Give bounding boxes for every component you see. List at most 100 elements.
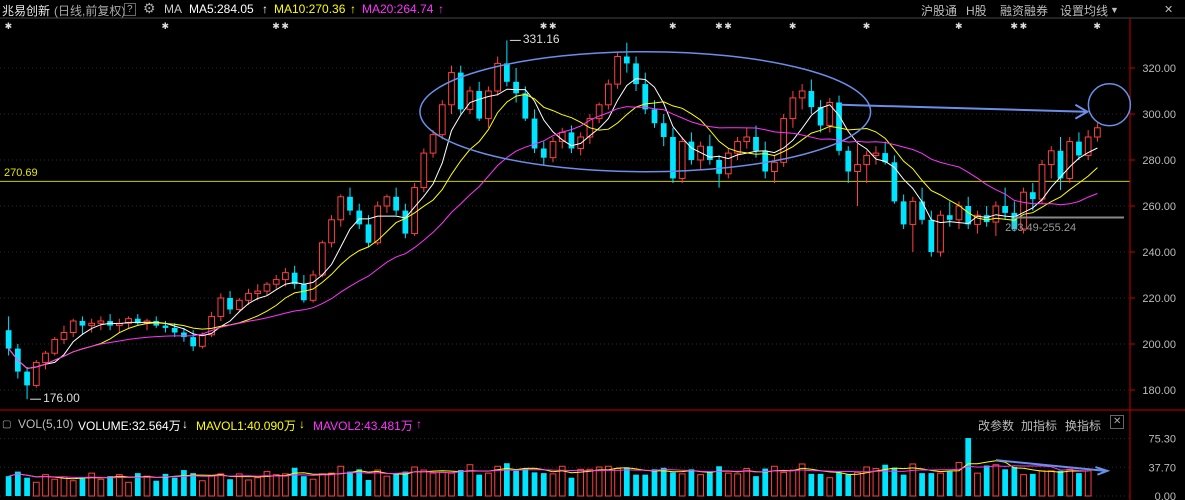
candle-body <box>69 320 77 333</box>
candle-body <box>688 141 695 160</box>
volume-bar <box>937 472 944 497</box>
candle <box>429 130 437 158</box>
candle-body <box>374 205 382 244</box>
candle <box>762 141 769 179</box>
candle-body <box>162 325 169 328</box>
volume-bar <box>724 472 732 497</box>
candle-body <box>466 90 474 110</box>
volume-bar <box>476 474 483 496</box>
volume-bar <box>900 474 907 496</box>
candle <box>743 127 751 149</box>
candle <box>97 316 105 331</box>
volume-bar <box>208 474 215 497</box>
change-params-button[interactable]: 改参数 <box>978 417 1014 434</box>
candle-body <box>854 164 861 173</box>
add-indicator-button[interactable]: 加指标 <box>1021 417 1057 434</box>
volume-bar <box>88 472 96 497</box>
candle <box>854 143 861 206</box>
candle <box>217 293 225 321</box>
volume-bar <box>928 473 935 496</box>
volume-bar <box>1038 470 1046 497</box>
volume-bar <box>891 467 898 496</box>
candle <box>1094 123 1101 142</box>
candle-body <box>282 272 289 281</box>
volume-bar <box>328 472 335 497</box>
candle <box>633 56 639 91</box>
volume-bar <box>69 480 77 497</box>
candle-body <box>992 205 1000 223</box>
volume-bar <box>14 471 21 496</box>
volume-bar <box>513 470 519 496</box>
volume-bar <box>254 477 262 497</box>
candle <box>1076 132 1082 160</box>
volume-bar <box>301 476 307 496</box>
volume-tick-label: 75.30 <box>1148 434 1176 446</box>
candle-body <box>254 290 262 294</box>
volume-bar <box>845 474 852 496</box>
candle <box>974 210 981 234</box>
volume-bar <box>383 475 391 497</box>
candle <box>301 275 307 303</box>
candle <box>318 240 326 278</box>
volume-bar <box>1011 467 1018 496</box>
candle-body <box>337 196 345 221</box>
candle <box>42 350 49 370</box>
candle-body <box>919 201 925 220</box>
candle <box>817 100 824 133</box>
volume-bar <box>522 468 529 496</box>
candle-body <box>393 196 400 211</box>
candle-body <box>670 137 676 179</box>
candle-body <box>946 215 953 220</box>
switch-indicator-button[interactable]: 换指标 <box>1065 417 1101 434</box>
volume-bar <box>217 473 225 497</box>
candle-body <box>633 63 639 85</box>
candle-body <box>24 371 30 386</box>
volume-bar <box>808 473 815 496</box>
candle-body <box>217 297 225 317</box>
volume-bar <box>107 476 113 496</box>
grid <box>0 67 1130 391</box>
candle <box>789 91 797 128</box>
candle-body <box>540 148 547 158</box>
candle-body <box>928 219 935 252</box>
close-icon[interactable]: ✕ <box>1110 415 1125 429</box>
volume-bar <box>955 461 963 497</box>
candle <box>14 344 21 379</box>
candle <box>32 360 40 388</box>
volume-bar <box>365 479 372 496</box>
mavol2-value: MAVOL2:43.481万 <box>313 419 413 433</box>
candle-body <box>642 84 649 110</box>
volume-bar <box>402 471 409 496</box>
candle <box>309 270 317 303</box>
candle-body <box>32 361 40 386</box>
down-arrow-icon: ↓ <box>182 417 188 431</box>
volume-bar <box>651 469 658 496</box>
candle-body <box>522 93 529 119</box>
volume-ma-lines <box>8 460 1089 480</box>
candle <box>937 210 944 257</box>
volume-bar <box>190 473 197 496</box>
candle-body <box>97 320 105 324</box>
volume-bar <box>42 474 49 497</box>
candle <box>24 367 30 400</box>
minimize-icon[interactable]: ▢ <box>2 419 11 430</box>
volume-bar <box>24 477 30 496</box>
candle <box>337 194 345 227</box>
volume-bar <box>235 473 243 497</box>
candle <box>983 206 990 227</box>
candle-body <box>318 242 326 276</box>
candle-body <box>789 97 797 120</box>
candle-body <box>771 161 778 173</box>
candle-body <box>356 210 363 225</box>
candle <box>5 316 12 356</box>
volume-bar <box>872 468 880 497</box>
trend-arrow <box>840 103 1086 113</box>
candle <box>1047 146 1055 179</box>
volume-bar <box>1047 470 1055 497</box>
volume-bar <box>227 479 233 496</box>
candle <box>143 318 151 331</box>
volume-bar <box>577 468 585 497</box>
candle-body <box>623 56 630 64</box>
candle-body <box>485 90 492 120</box>
candle <box>79 316 86 335</box>
